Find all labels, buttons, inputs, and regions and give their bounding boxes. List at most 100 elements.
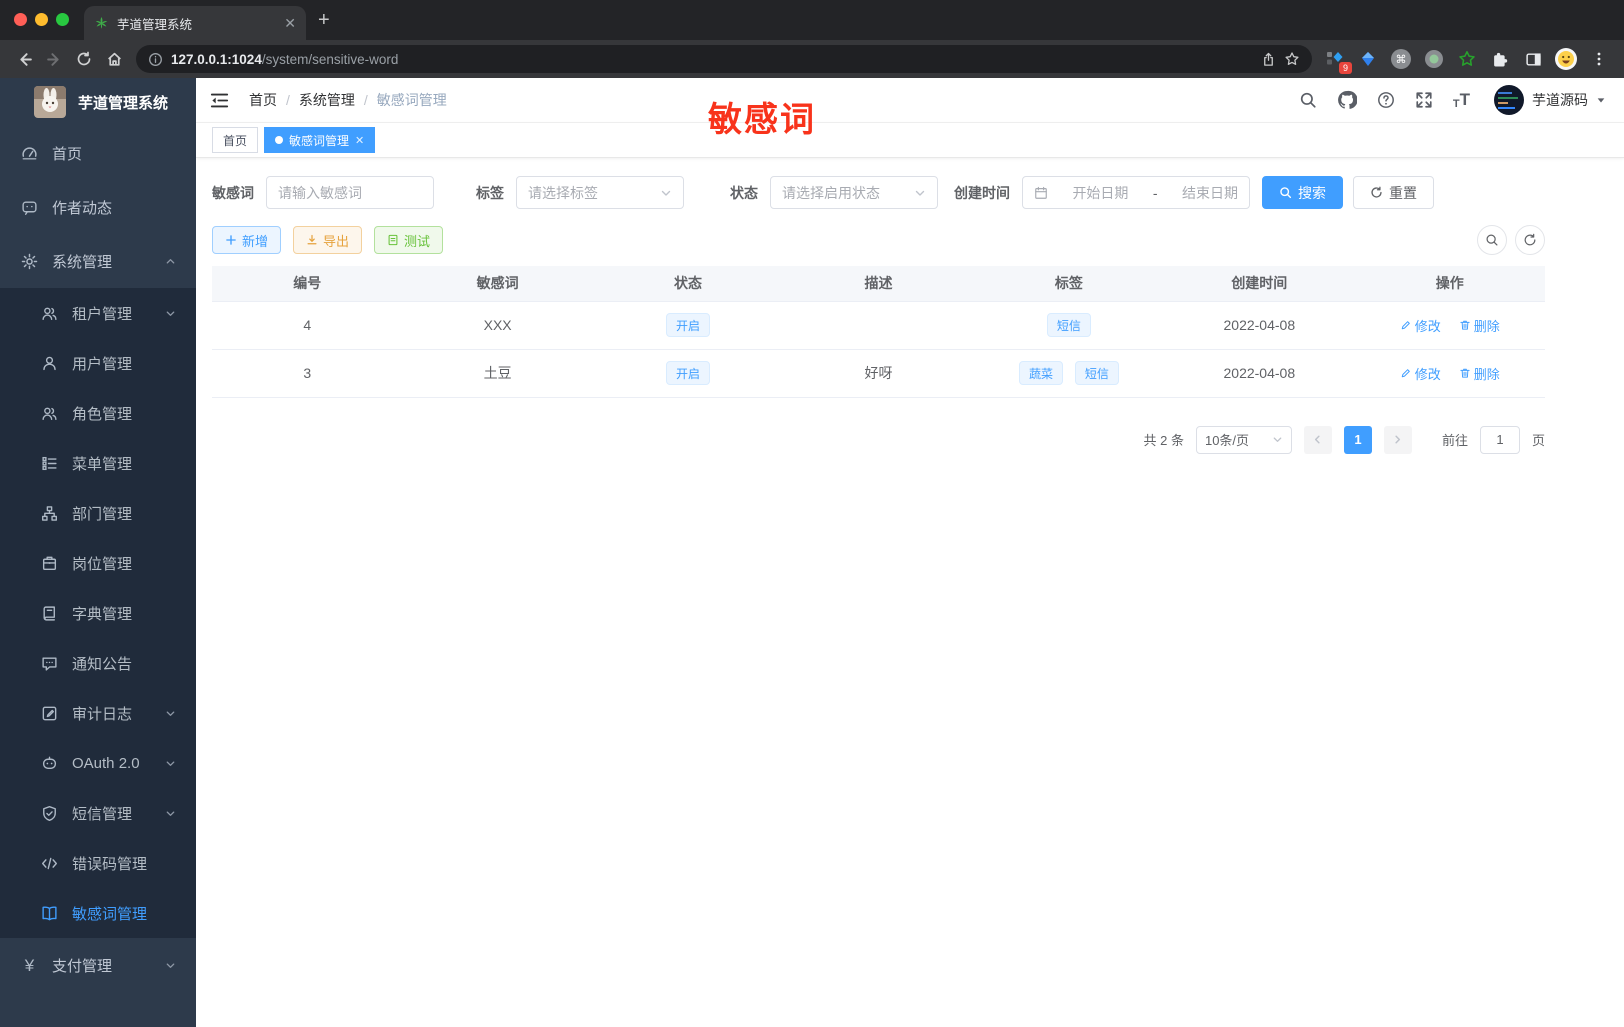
collapse-sidebar-button[interactable]: [210, 91, 229, 110]
user-menu[interactable]: 芋道源码: [1494, 85, 1606, 115]
zoom-window-button[interactable]: [56, 13, 69, 26]
browser-window: 芋道管理系统 ✕ + 127.0.0.1:1024/system/sensiti…: [0, 0, 1624, 1027]
breadcrumb-system[interactable]: 系统管理: [299, 90, 355, 110]
date-start-placeholder: 开始日期: [1072, 184, 1129, 201]
sensitive-word-table: 编号 敏感词 状态 描述 标签 创建时间 操作 4 XXX 开启 短信 2022…: [212, 266, 1545, 398]
total-count: 共 2 条: [1143, 433, 1184, 448]
page-size-select[interactable]: 10条/页: [1195, 425, 1292, 454]
sidebar-item-user[interactable]: 用户管理: [0, 338, 196, 388]
sidebar-item-menu[interactable]: 菜单管理: [0, 438, 196, 488]
browser-titlebar: 芋道管理系统 ✕ +: [0, 0, 1624, 40]
page-number-1[interactable]: 1: [1343, 425, 1372, 454]
command-circle-icon[interactable]: ⌘: [1390, 48, 1412, 70]
sidebar-item-oauth[interactable]: OAuth 2.0: [0, 738, 196, 788]
search-icon[interactable]: [1299, 91, 1317, 109]
trash-icon: [1460, 368, 1470, 378]
toggle-search-button[interactable]: [1477, 225, 1507, 255]
roles-icon: [42, 407, 57, 420]
url-text: 127.0.0.1:1024/system/sensitive-word: [171, 51, 399, 67]
tag-tab-home[interactable]: 首页: [212, 127, 259, 153]
sidebar-item-tenant[interactable]: 租户管理: [0, 288, 196, 338]
next-page-button[interactable]: [1383, 425, 1412, 454]
github-icon[interactable]: [1337, 90, 1357, 110]
home-button[interactable]: [100, 45, 128, 73]
record-circle-icon[interactable]: [1423, 48, 1445, 70]
sidebar-item-notice[interactable]: 通知公告: [0, 638, 196, 688]
sidebar-item-dept[interactable]: 部门管理: [0, 488, 196, 538]
search-button[interactable]: 搜索: [1262, 176, 1343, 209]
sidebar-item-audit[interactable]: 审计日志: [0, 688, 196, 738]
share-icon[interactable]: [1261, 52, 1276, 67]
menu-dots-icon[interactable]: [1588, 48, 1610, 70]
edit-link[interactable]: 修改: [1400, 316, 1441, 335]
breadcrumb: 首页 / 系统管理 / 敏感词管理: [249, 90, 447, 110]
sidebar-item-author-news[interactable]: 作者动态: [0, 180, 196, 234]
minimize-window-button[interactable]: [35, 13, 48, 26]
sidebar-item-post[interactable]: 岗位管理: [0, 538, 196, 588]
chevron-left-icon: [1315, 435, 1321, 444]
profile-emoji-icon[interactable]: [1555, 48, 1577, 70]
sidebar-item-sms[interactable]: 短信管理: [0, 788, 196, 838]
sidebar-item-dict[interactable]: 字典管理: [0, 588, 196, 638]
edit-link[interactable]: 修改: [1400, 364, 1441, 383]
keyword-input[interactable]: [278, 184, 422, 201]
tag-tab-sensitive-word[interactable]: 敏感词管理 ✕: [264, 127, 376, 153]
sidebar-item-home[interactable]: 首页: [0, 126, 196, 180]
table-header-row: 编号 敏感词 状态 描述 标签 创建时间 操作: [212, 266, 1545, 302]
delete-link[interactable]: 删除: [1459, 316, 1500, 335]
green-star-icon[interactable]: [1456, 48, 1478, 70]
status-select[interactable]: 请选择启用状态: [770, 176, 938, 209]
kite-icon[interactable]: [1357, 48, 1379, 70]
delete-link[interactable]: 删除: [1459, 364, 1500, 383]
fullscreen-icon[interactable]: [1415, 91, 1433, 109]
post-icon: [42, 556, 57, 570]
reload-button[interactable]: [70, 45, 98, 73]
sidebar-item-role[interactable]: 角色管理: [0, 388, 196, 438]
breadcrumb-home[interactable]: 首页: [249, 90, 277, 110]
goto-page-input[interactable]: [1479, 425, 1520, 454]
browser-toolbar: 127.0.0.1:1024/system/sensitive-word 9 ⌘: [0, 40, 1624, 78]
side-panel-icon[interactable]: [1522, 48, 1544, 70]
forward-button[interactable]: [40, 45, 68, 73]
plus-icon: [226, 235, 236, 245]
font-size-icon[interactable]: TT: [1453, 90, 1470, 110]
address-bar[interactable]: 127.0.0.1:1024/system/sensitive-word: [136, 45, 1312, 73]
new-tab-button[interactable]: +: [318, 10, 330, 30]
search-icon: [1280, 187, 1292, 199]
tag-select[interactable]: 请选择标签: [516, 176, 684, 209]
sidebar-item-pay[interactable]: ¥ 支付管理: [0, 938, 196, 992]
export-button[interactable]: 导出: [293, 226, 363, 254]
open-book-icon: [42, 906, 57, 920]
puzzle-icon[interactable]: [1489, 48, 1511, 70]
browser-tab[interactable]: 芋道管理系统 ✕: [84, 6, 306, 40]
date-separator: -: [1152, 184, 1158, 201]
sidebar-logo[interactable]: 芋道管理系统: [0, 78, 196, 126]
reset-button[interactable]: 重置: [1353, 176, 1434, 209]
help-icon[interactable]: [1377, 91, 1395, 109]
site-info-icon[interactable]: [148, 52, 163, 67]
breadcrumb-current: 敏感词管理: [376, 92, 447, 108]
col-tags: 标签: [973, 266, 1165, 302]
test-button[interactable]: 测试: [374, 226, 444, 254]
tenants-icon: [42, 307, 57, 320]
refresh-table-button[interactable]: [1515, 225, 1545, 255]
sms-shield-icon: [43, 805, 56, 821]
top-navbar: 首页 / 系统管理 / 敏感词管理 TT 芋道源码: [196, 78, 1624, 123]
date-range-picker[interactable]: 开始日期 - 结束日期: [1022, 176, 1250, 209]
prev-page-button[interactable]: [1303, 425, 1332, 454]
sidebar-item-errorcode[interactable]: 错误码管理: [0, 838, 196, 888]
sidebar-item-system[interactable]: 系统管理: [0, 234, 196, 288]
devtools-grid-icon[interactable]: 9: [1324, 48, 1352, 74]
tab-close-icon[interactable]: ✕: [284, 15, 296, 32]
yen-icon: ¥: [24, 955, 35, 975]
download-icon: [307, 234, 317, 245]
add-button[interactable]: 新增: [212, 226, 282, 254]
close-window-button[interactable]: [14, 13, 27, 26]
keyword-field[interactable]: [266, 176, 434, 209]
tab-close-icon[interactable]: ✕: [355, 134, 364, 147]
caret-down-icon: [1597, 98, 1605, 103]
sidebar-item-sensitive-word[interactable]: 敏感词管理: [0, 888, 196, 938]
bookmark-star-icon[interactable]: [1284, 51, 1300, 67]
back-button[interactable]: [10, 45, 38, 73]
favicon-leaf-icon: [95, 16, 108, 29]
